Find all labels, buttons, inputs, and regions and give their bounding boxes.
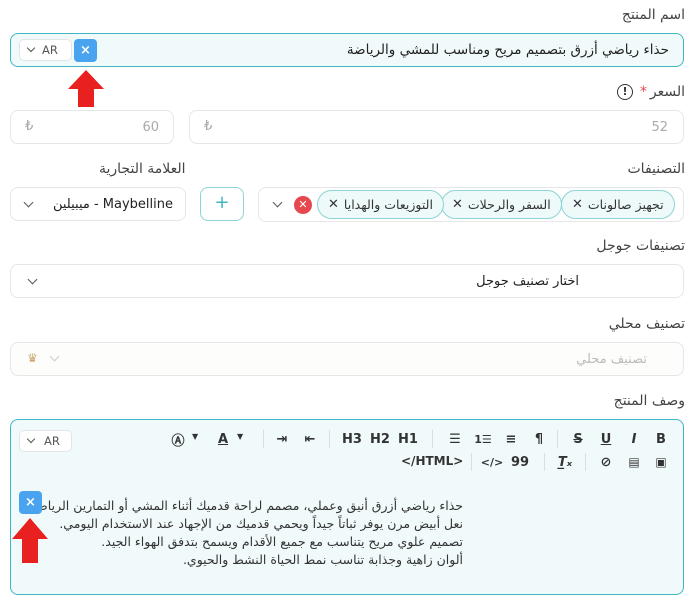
local-category-select[interactable]: تصنيف محلي ♛ xyxy=(10,342,684,376)
category-chip: السفر والرحلات ✕ xyxy=(441,190,562,219)
paragraph-icon[interactable]: ¶ xyxy=(530,430,548,448)
toolbar-divider xyxy=(329,430,330,448)
red-arrow-icon xyxy=(68,70,104,107)
text-color-button[interactable]: A xyxy=(214,430,232,448)
red-arrow-icon xyxy=(12,518,48,563)
toolbar-divider xyxy=(471,453,472,471)
toolbar-divider xyxy=(557,430,558,448)
chevron-down-icon xyxy=(27,274,38,285)
category-chip: تجهيز صالونات ✕ xyxy=(561,190,675,219)
price-label: السعر * xyxy=(640,84,685,100)
quote-button[interactable]: 99 xyxy=(511,453,529,471)
category-chip-label: السفر والرحلات xyxy=(467,197,551,212)
local-category-label: تصنيف محلي xyxy=(608,316,685,332)
html-source-button[interactable]: </HTML> xyxy=(401,454,463,468)
currency-icon: ₺ xyxy=(204,119,213,134)
language-value: AR xyxy=(42,43,58,57)
google-category-placeholder: اختار تصنيف جوجل xyxy=(476,274,579,289)
clear-button[interactable]: × xyxy=(74,39,97,62)
plus-icon: + xyxy=(214,192,230,213)
chevron-down-icon xyxy=(26,434,36,444)
description-line: تصميم علوي مريح يتناسب مع جميع الأقدام و… xyxy=(101,534,463,549)
italic-button[interactable]: I xyxy=(625,430,643,448)
heading1-button[interactable]: H1 xyxy=(398,430,418,448)
link-icon[interactable]: ⊘ xyxy=(597,453,615,471)
ordered-list-icon[interactable]: 1☰ xyxy=(474,430,492,448)
add-brand-button[interactable]: + xyxy=(200,187,244,221)
product-name-value: حذاء رياضي أزرق بتصميم مريح ومناسب للمشي… xyxy=(346,42,669,58)
price-label-text: السعر xyxy=(649,84,685,100)
clear-format-icon[interactable]: T̲ₓ xyxy=(556,453,574,471)
video-icon[interactable]: ▤ xyxy=(625,453,643,471)
code-button[interactable]: </> xyxy=(481,453,503,471)
category-chip-label: التوزيعات والهدايا xyxy=(343,197,433,212)
chevron-down-icon xyxy=(23,197,34,208)
category-chip-label: تجهيز صالونات xyxy=(587,197,664,212)
strikethrough-button[interactable]: S xyxy=(569,430,587,448)
close-icon[interactable]: ✕ xyxy=(452,197,463,212)
price-value: 52 xyxy=(651,120,668,135)
brand-label: العلامة التجارية xyxy=(99,161,186,177)
chevron-down-icon xyxy=(49,351,60,362)
crown-icon: ♛ xyxy=(27,351,38,365)
google-category-label: تصنيفات جوجل xyxy=(596,238,685,254)
outdent-icon[interactable]: ⇤ xyxy=(301,430,319,448)
compare-price-value: 60 xyxy=(142,120,159,135)
clear-all-icon[interactable]: ✕ xyxy=(294,196,312,214)
heading3-button[interactable]: H3 xyxy=(342,430,362,448)
compare-price-input[interactable]: 60 ₺ xyxy=(10,110,174,144)
category-chip: التوزيعات والهدايا ✕ xyxy=(317,190,444,219)
language-value: AR xyxy=(44,434,60,448)
heading2-button[interactable]: H2 xyxy=(370,430,390,448)
chevron-down-icon[interactable] xyxy=(272,197,283,208)
chevron-down-icon xyxy=(26,43,36,53)
currency-icon: ₺ xyxy=(25,119,34,134)
chevron-down-icon[interactable]: ▼ xyxy=(192,432,198,441)
toolbar-divider xyxy=(432,430,433,448)
local-category-placeholder: تصنيف محلي xyxy=(576,352,647,367)
brand-value: ميبيلين - Maybelline xyxy=(52,197,173,212)
brand-select[interactable]: ميبيلين - Maybelline xyxy=(10,187,186,221)
chevron-down-icon[interactable]: ▼ xyxy=(237,432,243,441)
bold-button[interactable]: B xyxy=(652,430,670,448)
product-name-label: اسم المنتج xyxy=(621,7,685,23)
close-icon[interactable]: ✕ xyxy=(572,197,583,212)
price-input[interactable]: 52 ₺ xyxy=(189,110,684,144)
product-name-field[interactable]: حذاء رياضي أزرق بتصميم مريح ومناسب للمشي… xyxy=(10,33,684,67)
close-icon[interactable]: ✕ xyxy=(328,197,339,212)
description-editor[interactable]: AR B I U S ¶ ≡ 1☰ ☰ H1 H2 H3 ⇤ ⇥ ▼ A ▼ Ⓐ… xyxy=(10,419,684,595)
toolbar-divider xyxy=(585,453,586,471)
indent-icon[interactable]: ⇥ xyxy=(273,430,291,448)
toolbar-divider xyxy=(263,430,264,448)
image-icon[interactable]: ▣ xyxy=(652,453,670,471)
underline-button[interactable]: U xyxy=(597,430,615,448)
toolbar-divider xyxy=(544,453,545,471)
categories-label: التصنيفات xyxy=(627,161,686,177)
language-select[interactable]: AR xyxy=(19,430,72,452)
bullet-list-icon[interactable]: ☰ xyxy=(446,430,464,448)
highlight-icon[interactable]: Ⓐ xyxy=(169,430,187,449)
description-line: نعل أبيض مرن يوفر ثباتاً جيداً ويحمي قدم… xyxy=(59,516,463,531)
close-icon: × xyxy=(80,43,91,58)
description-line: حذاء رياضي أزرق أنيق وعملي، مصمم لراحة ق… xyxy=(22,498,463,513)
close-icon: × xyxy=(25,495,36,510)
google-category-select[interactable]: اختار تصنيف جوجل xyxy=(10,264,684,298)
align-icon[interactable]: ≡ xyxy=(502,430,520,448)
required-mark: * xyxy=(639,84,647,100)
description-label: وصف المنتج xyxy=(613,393,685,409)
language-select[interactable]: AR xyxy=(19,39,72,61)
clear-button[interactable]: × xyxy=(19,491,42,514)
info-icon[interactable]: ! xyxy=(617,84,633,100)
description-line: ألوان زاهية وجذابة تناسب نمط الحياة النش… xyxy=(182,552,463,567)
